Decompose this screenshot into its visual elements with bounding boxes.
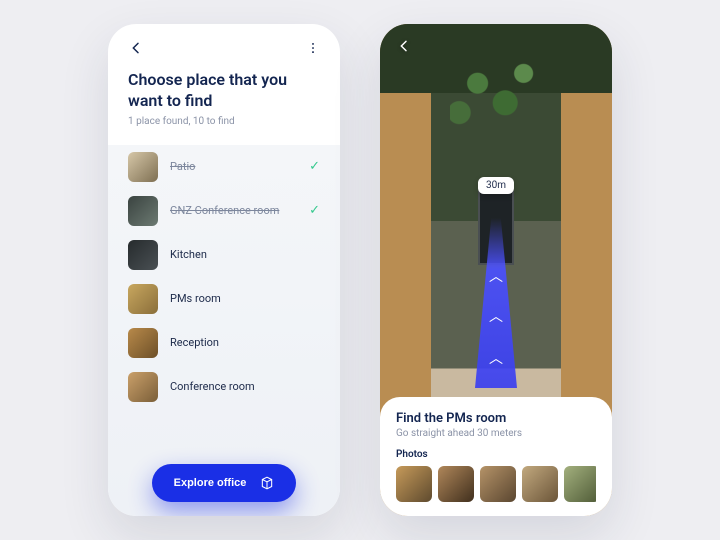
place-label: Kitchen (170, 248, 320, 261)
list-item[interactable]: Reception (108, 321, 340, 365)
photo-thumb[interactable] (438, 466, 474, 502)
place-thumb (128, 372, 158, 402)
place-label: PMs room (170, 292, 320, 305)
place-label: GNZ Conference room (170, 204, 309, 217)
back-icon[interactable] (128, 40, 144, 56)
ar-navigation-screen: ︿ ︿ ︿ 30m Find the PMs room Go straight … (380, 24, 612, 516)
photos-label: Photos (396, 449, 596, 460)
place-label: Conference room (170, 380, 320, 393)
places-list-screen: Choose place that you want to find 1 pla… (108, 24, 340, 516)
instruction-card: Find the PMs room Go straight ahead 30 m… (380, 397, 612, 516)
photo-thumb[interactable] (522, 466, 558, 502)
place-label: Reception (170, 336, 320, 349)
places-list: Patio ✓ GNZ Conference room ✓ Kitchen PM… (108, 145, 340, 516)
photos-row[interactable] (396, 466, 596, 502)
list-item[interactable]: GNZ Conference room ✓ (108, 189, 340, 233)
list-item[interactable]: Conference room (108, 365, 340, 409)
list-item[interactable]: Kitchen (108, 233, 340, 277)
place-thumb (128, 196, 158, 226)
chevron-up-icon: ︿ (489, 348, 503, 368)
list-item[interactable]: Patio ✓ (108, 145, 340, 189)
photo-thumb[interactable] (564, 466, 596, 502)
distance-badge: 30m (478, 177, 514, 194)
back-icon[interactable] (396, 38, 412, 58)
photo-thumb[interactable] (480, 466, 516, 502)
check-icon: ✓ (309, 203, 320, 218)
card-subtitle: Go straight ahead 30 meters (396, 428, 596, 439)
place-thumb (128, 152, 158, 182)
check-icon: ✓ (309, 159, 320, 174)
place-thumb (128, 328, 158, 358)
cube-icon (260, 476, 274, 490)
photo-thumb[interactable] (396, 466, 432, 502)
explore-office-button[interactable]: Explore office (152, 464, 297, 502)
page-subtitle: 1 place found, 10 to find (128, 116, 320, 127)
cta-label: Explore office (174, 477, 247, 489)
place-thumb (128, 284, 158, 314)
more-icon[interactable] (306, 41, 320, 55)
chevron-up-icon: ︿ (489, 306, 503, 326)
place-label: Patio (170, 160, 309, 173)
list-item[interactable]: PMs room (108, 277, 340, 321)
chevron-up-icon: ︿ (489, 266, 503, 286)
page-title: Choose place that you want to find (128, 70, 320, 112)
place-thumb (128, 240, 158, 270)
card-title: Find the PMs room (396, 411, 596, 426)
